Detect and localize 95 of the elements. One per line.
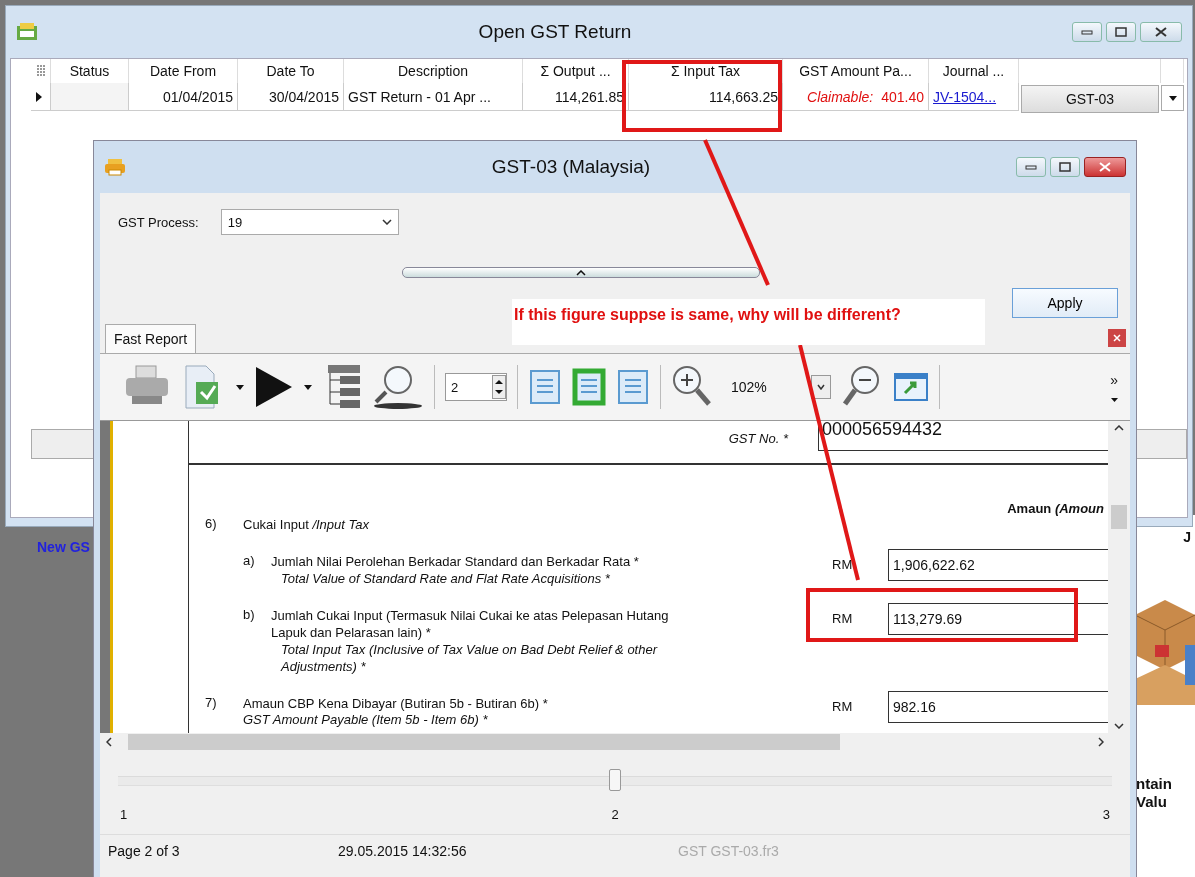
scroll-right-icon[interactable] [1098,737,1104,747]
caret-icon[interactable] [1110,398,1118,402]
status-text: Page 2 of 3 [108,843,181,859]
currency-label: RM [832,556,854,574]
annotation-note: If this figure suppse is same, why will be different? [512,299,985,345]
slider-label: 3 [1102,807,1110,822]
currency-label: RM [832,698,854,714]
slider-thumb[interactable] [609,769,621,791]
dropdown-button[interactable] [1161,85,1184,111]
splitter-handle[interactable] [402,267,760,278]
item-letter: b) [243,607,256,624]
maximize-button[interactable] [1106,22,1136,42]
search-icon[interactable] [372,364,424,410]
minimize-button[interactable] [1072,22,1102,42]
item-number: 6) [205,516,218,531]
column-header[interactable]: Date From [129,59,238,83]
close-icon [1113,334,1121,342]
scroll-thumb[interactable] [1111,505,1127,529]
column-header[interactable]: Σ Output ... [523,59,629,83]
report-tab[interactable]: Fast Report [105,324,197,353]
table-cell: 01/04/2015 [129,83,238,111]
minimize-icon [1025,164,1037,170]
currency-label: RM [832,610,854,628]
column-header[interactable]: Date To [238,59,344,83]
overflow-button[interactable]: » [1110,372,1118,388]
page-icon[interactable] [616,368,650,406]
scroll-thumb[interactable] [128,734,840,750]
vertical-scrollbar[interactable] [1108,421,1130,733]
window-title: Open GST Return [477,21,633,43]
minimize-icon [1081,29,1093,35]
item-text: Amaun CBP Kena Dibayar (Butiran 5b - Butiran 6b) * [243,695,549,712]
item-translation: GST Amount Payable (Item 5b - Item 6b) * [243,712,489,727]
field-label: GST No. * [728,431,788,446]
close-button[interactable] [1140,22,1182,42]
close-icon [1155,27,1167,37]
item-text: Jumlah Cukai Input (Termasuk Nilai Cukai ke atas Pelepasan Hutang Lapuk dan Pelarasan lain) * [271,607,670,641]
table-cell: 30/04/2015 [238,83,344,111]
printer-icon [104,158,126,176]
slider-label: 2 [611,807,619,822]
chevron-up-icon [576,269,586,276]
maximize-button[interactable] [1050,157,1080,177]
slider-label: 1 [120,807,128,822]
close-button[interactable] [1084,157,1126,177]
status-text: GST GST-03.fr3 [678,843,779,859]
amount-field: 113,279.69 [888,603,1108,635]
process-select[interactable]: 19 [220,209,399,235]
amount-field: 1,906,622.62 [888,549,1108,581]
window-title: GST-03 (Malaysia) [490,156,652,178]
maximize-icon [1059,162,1071,172]
background-text: Valu [1135,793,1167,811]
item-translation: Total Value of Standard Rate and Flat Rate Acquisitions * [280,570,611,587]
column-header[interactable]: Σ Input Tax [629,59,783,83]
item-text: Jumlah Nilai Perolehan Berkadar Standard dan Berkadar Rata * [271,553,640,570]
amount-field: 982.16 [888,691,1108,723]
window-icon[interactable] [893,371,929,403]
form-select[interactable]: GST-03 [1021,85,1159,113]
apply-button[interactable]: Apply [1012,288,1118,318]
background-text: ntain [1135,775,1172,793]
zoom-field[interactable]: 102% [723,379,801,395]
page-icon[interactable] [528,368,562,406]
table-cell: GST Return - 01 Apr ... [344,83,523,111]
chevron-down-icon [381,219,392,225]
zoom-dropdown-button[interactable] [811,375,831,399]
item-letter: a) [243,553,256,570]
scroll-down-icon[interactable] [1114,723,1124,729]
scroll-left-icon[interactable] [106,737,112,747]
table-cell: Claimable: 401.40 [783,83,929,111]
journal-link[interactable]: JV-1504... [933,88,997,105]
table-cell: 114,261.85 [523,83,629,111]
app-icon [16,22,38,42]
table-cell: 114,663.25 [629,83,783,111]
item-translation: Total Input Tax (Inclusive of Tax Value on Bad Debt Relief & other Adjustments) * [279,641,659,675]
close-icon [1099,162,1111,172]
current-row-icon [35,91,43,102]
column-header[interactable]: Journal ... [929,59,1019,83]
maximize-icon [1115,27,1127,37]
column-heading: Amaun (Amoun [1006,501,1104,516]
status-text: 29.05.2015 14:32:56 [338,843,468,859]
column-header[interactable]: Description [344,59,523,83]
background-text: J [1183,528,1192,545]
column-header[interactable]: GST Amount Pa... [783,59,929,83]
item-text: Cukai Input /Input Tax [243,516,370,533]
page-field[interactable]: 2 [445,373,507,401]
scroll-up-icon[interactable] [1114,425,1124,431]
close-tab-button[interactable] [1108,329,1126,347]
process-label: GST Process: [118,214,199,230]
column-chooser-icon[interactable] [36,65,45,77]
spinner-arrows-icon[interactable] [492,375,506,399]
caret-icon[interactable] [304,384,312,390]
caret-icon [1168,95,1177,101]
caret-icon[interactable] [236,384,244,390]
item-number: 7) [205,695,218,710]
play-icon[interactable] [254,365,294,409]
minimize-button[interactable] [1016,157,1046,177]
chevron-down-icon [817,384,825,390]
